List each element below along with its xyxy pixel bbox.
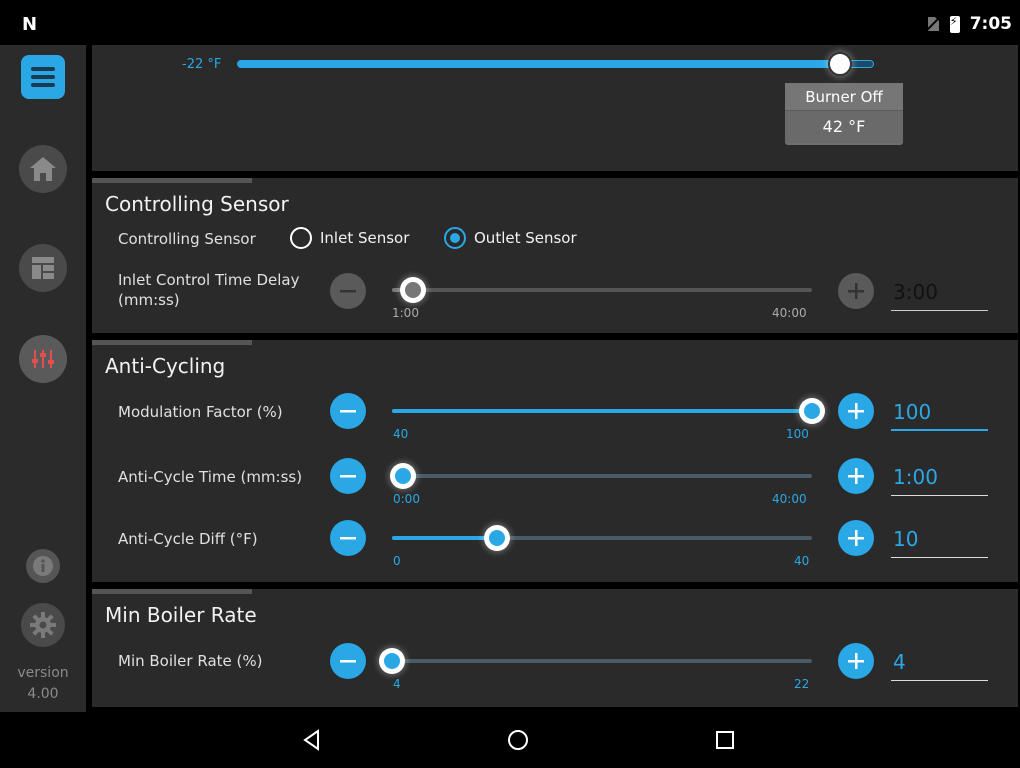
sensor-select-label: Controlling Sensor [118, 230, 256, 248]
setpoint-min-label: -22 °F [182, 57, 222, 72]
min-rate-slider[interactable] [379, 648, 812, 674]
battery-charging-icon [949, 15, 960, 33]
sliders-icon [32, 350, 54, 368]
cycle-time-label: Anti-Cycle Time (mm:ss) [118, 468, 303, 486]
min-rate-increase-button[interactable] [838, 643, 874, 679]
setpoint-slider-thumb[interactable] [828, 52, 853, 76]
cycle-diff-slider[interactable] [392, 525, 812, 551]
modulation-increase-button[interactable] [838, 393, 874, 429]
nav-rail: version 4.00 [0, 45, 86, 712]
notification-logo-icon: N [22, 14, 37, 35]
modulation-value-field[interactable]: 100 [891, 395, 988, 431]
plus-icon [848, 468, 864, 484]
setpoint-slider[interactable] [237, 52, 874, 76]
controlling-sensor-panel: Controlling Sensor Controlling Sensor In… [92, 178, 1018, 333]
minus-icon [340, 290, 356, 293]
burner-status-box: Burner Off 42 °F [785, 83, 903, 145]
info-icon [33, 556, 53, 576]
cycle-time-slider-thumb[interactable] [389, 463, 416, 489]
radio-checked-icon [444, 227, 466, 249]
cycle-diff-increase-button[interactable] [838, 520, 874, 556]
setpoint-panel: -22 °F Burner Off 42 °F [92, 45, 1018, 171]
cycle-time-max-tick: 40:00 [772, 492, 807, 506]
radio-outlet-sensor[interactable]: Outlet Sensor [444, 227, 577, 249]
anti-cycling-panel: Anti-Cycling Modulation Factor (%) 40 10… [92, 340, 1018, 582]
plus-icon [848, 283, 864, 299]
delay-slider[interactable] [392, 277, 812, 303]
recents-icon[interactable] [713, 728, 737, 752]
settings-adjust-button[interactable] [19, 335, 67, 383]
home-icon [30, 157, 56, 181]
radio-inlet-sensor[interactable]: Inlet Sensor [290, 227, 409, 249]
modulation-label: Modulation Factor (%) [118, 403, 283, 421]
cycle-diff-value-field[interactable]: 10 [891, 522, 988, 558]
burner-status-text: Burner Off [785, 83, 903, 111]
plus-icon [848, 530, 864, 546]
status-time: 7:05 [969, 14, 1012, 34]
cycle-diff-min-tick: 0 [393, 554, 401, 568]
minus-icon [340, 660, 356, 663]
cycle-diff-max-tick: 40 [794, 554, 810, 568]
dashboard-button[interactable] [19, 244, 67, 292]
radio-unchecked-icon [290, 227, 312, 249]
modulation-min-tick: 40 [393, 427, 409, 441]
cycle-diff-label: Anti-Cycle Diff (°F) [118, 530, 258, 548]
settings-button[interactable] [21, 603, 65, 647]
plus-icon [848, 403, 864, 419]
min-rate-min-tick: 4 [393, 677, 401, 691]
min-rate-slider-thumb[interactable] [379, 648, 405, 674]
min-boiler-rate-panel: Min Boiler Rate Min Boiler Rate (%) 4 22… [92, 589, 1018, 707]
min-rate-value-field[interactable]: 4 [891, 645, 988, 681]
cycle-time-value-field[interactable]: 1:00 [891, 460, 988, 496]
info-button[interactable] [26, 549, 60, 583]
delay-min-tick: 1:00 [392, 306, 419, 320]
menu-button[interactable] [21, 55, 65, 99]
delay-max-tick: 40:00 [772, 306, 807, 320]
modulation-slider[interactable] [392, 398, 825, 424]
cycle-time-min-tick: 0:00 [393, 492, 420, 506]
modulation-slider-thumb[interactable] [799, 398, 825, 424]
dashboard-icon [32, 257, 54, 279]
gear-icon [30, 612, 56, 638]
no-sim-icon [925, 16, 940, 32]
minus-icon [340, 410, 356, 413]
system-nav-bar [0, 712, 1020, 768]
cycle-time-slider[interactable] [389, 463, 812, 489]
panel-title: Controlling Sensor [105, 192, 289, 216]
modulation-decrease-button[interactable] [330, 393, 366, 429]
minus-icon [340, 537, 356, 540]
cycle-time-increase-button[interactable] [838, 458, 874, 494]
version-number: 4.00 [27, 686, 59, 702]
back-icon[interactable] [300, 728, 324, 752]
cycle-time-decrease-button[interactable] [330, 458, 366, 494]
delay-increase-button[interactable] [838, 273, 874, 309]
panel-title: Min Boiler Rate [105, 603, 257, 627]
home-circle-icon[interactable] [506, 728, 530, 752]
panel-title: Anti-Cycling [105, 354, 226, 378]
delay-decrease-button[interactable] [330, 273, 366, 309]
home-button[interactable] [19, 145, 67, 193]
min-rate-label: Min Boiler Rate (%) [118, 652, 263, 670]
modulation-max-tick: 100 [786, 427, 809, 441]
status-bar: N 7:05 [0, 0, 1020, 45]
delay-slider-thumb[interactable] [400, 277, 426, 303]
plus-icon [848, 653, 864, 669]
menu-icon [31, 67, 55, 87]
cycle-diff-slider-thumb[interactable] [484, 525, 510, 551]
minus-icon [340, 475, 356, 478]
min-rate-max-tick: 22 [794, 677, 810, 691]
min-rate-decrease-button[interactable] [330, 643, 366, 679]
delay-value-field[interactable]: 3:00 [891, 275, 988, 311]
cycle-diff-decrease-button[interactable] [330, 520, 366, 556]
delay-label: Inlet Control Time Delay (mm:ss) [118, 271, 300, 309]
version-label: version [17, 665, 69, 681]
burner-temp-text: 42 °F [785, 111, 903, 143]
